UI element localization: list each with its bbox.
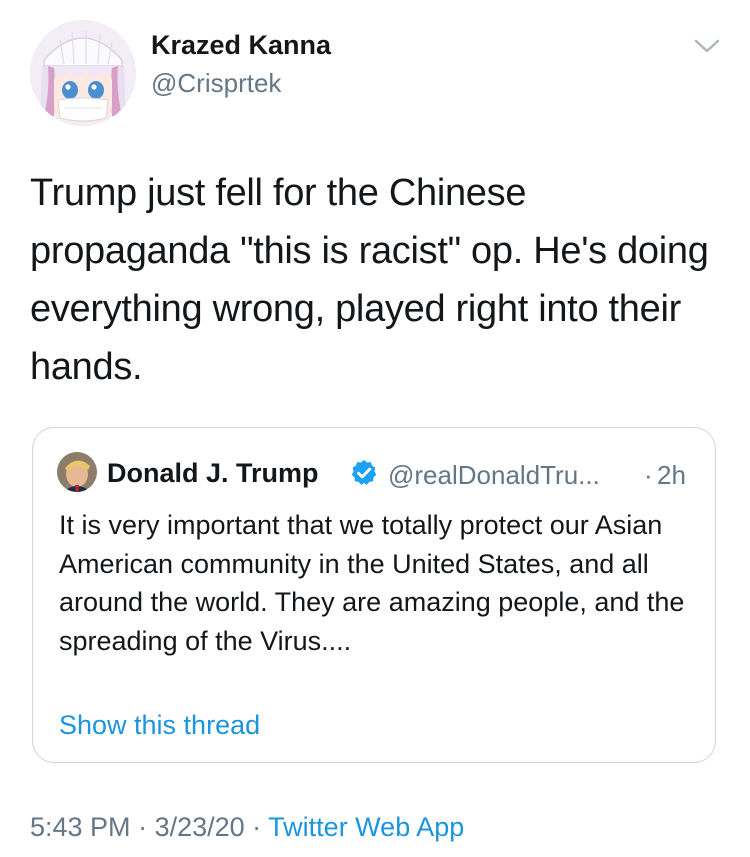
quoted-author-display-name[interactable]: Donald J. Trump — [107, 458, 319, 489]
separator-dot: · — [644, 460, 653, 490]
tweet-date[interactable]: 3/23/20 — [155, 812, 245, 842]
quoted-tweet-time[interactable]: 2h — [657, 460, 686, 491]
meta-separator: · — [130, 812, 155, 842]
anime-character-avatar-icon — [30, 20, 136, 126]
quoted-author-handle[interactable]: @realDonaldTru... — [388, 460, 600, 491]
author-display-name[interactable]: Krazed Kanna — [151, 30, 331, 61]
tweet-text: Trump just fell for the Chinese propagan… — [30, 172, 709, 388]
quoted-author-avatar[interactable] — [57, 452, 97, 492]
tweet-source-link[interactable]: Twitter Web App — [268, 812, 464, 842]
person-avatar-icon — [57, 452, 97, 492]
author-avatar[interactable] — [30, 20, 136, 126]
verified-badge-icon — [349, 458, 379, 488]
author-handle[interactable]: @Crisprtek — [151, 68, 281, 99]
quoted-tweet-text: It is very important that we totally pro… — [59, 510, 685, 656]
tweet-menu-button[interactable] — [692, 36, 722, 56]
chevron-down-icon — [694, 39, 720, 53]
show-thread-link[interactable]: Show this thread — [59, 710, 260, 741]
quoted-tweet-card[interactable]: Donald J. Trump @realDonaldTru... · 2h I… — [32, 427, 716, 763]
tweet-time[interactable]: 5:43 PM — [30, 812, 131, 842]
meta-separator: · — [244, 812, 269, 842]
tweet-meta: 5:43 PM · 3/23/20 · Twitter Web App — [30, 812, 464, 843]
